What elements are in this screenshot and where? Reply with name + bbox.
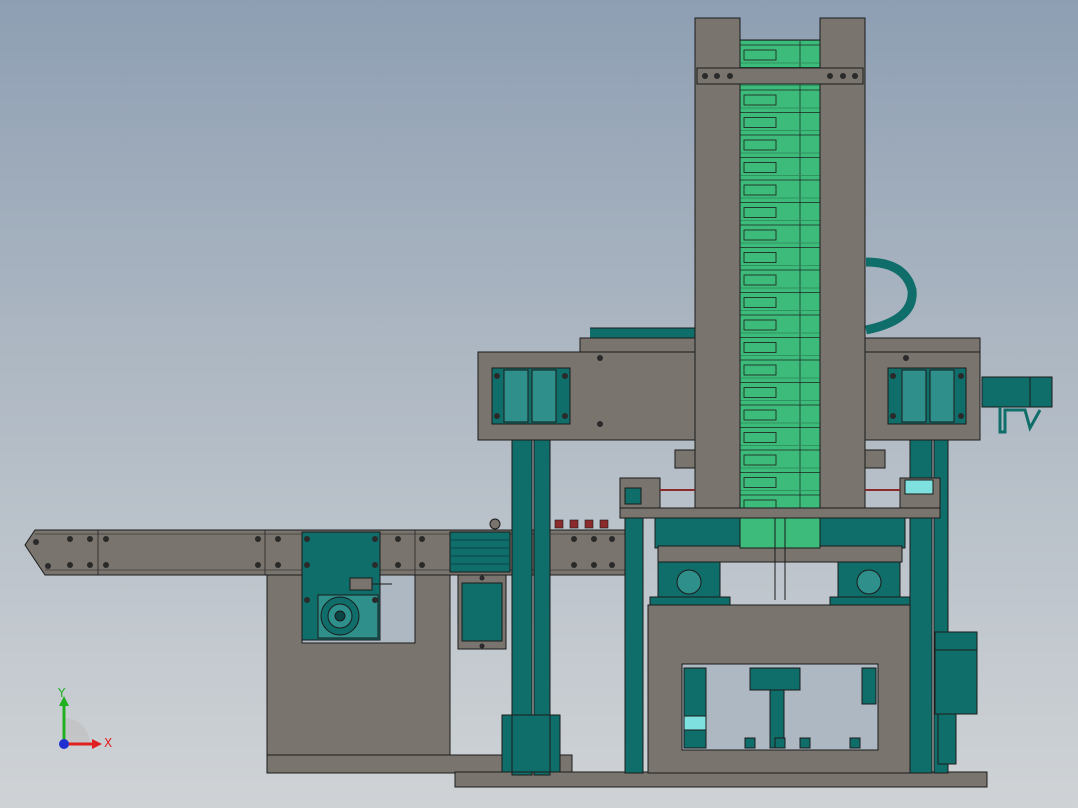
cad-viewport[interactable]: Y X: [0, 0, 1078, 808]
coordinate-triad-icon: Y X: [50, 686, 120, 758]
drive-motor-plate[interactable]: [301, 531, 392, 641]
x-axis-label: X: [104, 736, 113, 750]
y-axis-label: Y: [58, 686, 66, 700]
pillow-block-bearings[interactable]: [649, 561, 911, 606]
lower-housing[interactable]: [647, 604, 911, 774]
control-box[interactable]: [457, 574, 507, 650]
gearbox[interactable]: [449, 531, 511, 573]
vertical-magazine-tower[interactable]: [694, 17, 866, 511]
machine-drawing[interactable]: [0, 0, 1078, 808]
lower-drive-motor[interactable]: [934, 631, 978, 765]
servo-motor[interactable]: [981, 376, 1053, 434]
